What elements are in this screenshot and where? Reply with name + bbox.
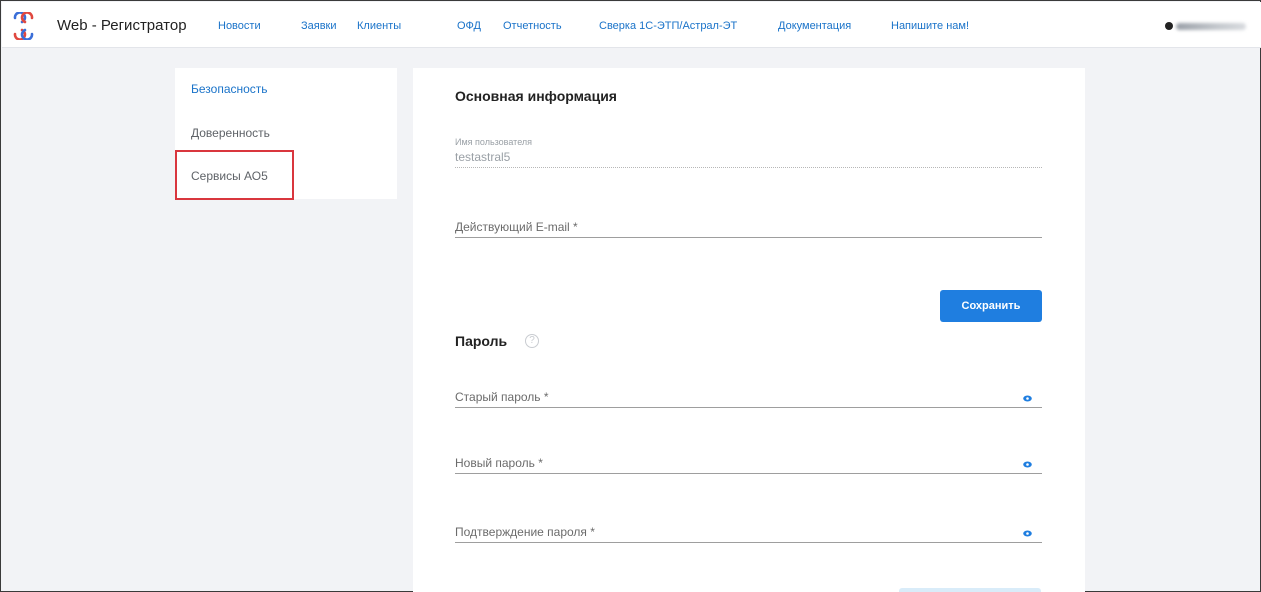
confirm-password-label: Подтверждение пароля * [455, 525, 595, 539]
nav-item-reconciliation[interactable]: Сверка 1С-ЭТП/Астрал-ЭТ [599, 20, 737, 32]
eye-icon[interactable] [1023, 530, 1032, 537]
new-password-label: Новый пароль * [455, 456, 543, 470]
nav-item-reports[interactable]: Отчетность [503, 20, 562, 32]
save-button[interactable]: Сохранить [940, 290, 1042, 322]
new-password-field[interactable]: Новый пароль * [455, 454, 1042, 474]
section-title-password: Пароль [455, 333, 508, 349]
confirm-password-field[interactable]: Подтверждение пароля * [455, 523, 1042, 543]
help-icon[interactable]: ? [525, 334, 539, 348]
brand-title: Web - Регистратор [57, 17, 187, 34]
username-field [455, 148, 1042, 168]
highlight-annotation [175, 150, 294, 200]
sidebar-item-security[interactable]: Безопасность [191, 82, 268, 96]
app-window: Web - Регистратор Новости Заявки Клиенты… [0, 0, 1261, 592]
user-menu[interactable] [1165, 21, 1250, 31]
change-password-button[interactable] [899, 588, 1041, 592]
eye-icon[interactable] [1023, 395, 1032, 402]
old-password-field[interactable]: Старый пароль * [455, 388, 1042, 408]
section-title-basic-info: Основная информация [455, 88, 617, 104]
avatar [1165, 22, 1173, 30]
nav-item-documentation[interactable]: Документация [778, 20, 851, 32]
nav-item-requests[interactable]: Заявки [301, 20, 337, 32]
email-field-label: Действующий E-mail * [455, 220, 578, 234]
top-navbar: Web - Регистратор Новости Заявки Клиенты… [2, 2, 1261, 48]
logo-icon[interactable] [11, 12, 47, 40]
eye-icon[interactable] [1023, 461, 1032, 468]
nav-item-clients[interactable]: Клиенты [357, 20, 401, 32]
profile-form-card: Основная информация Имя пользователя tes… [413, 68, 1085, 592]
old-password-label: Старый пароль * [455, 390, 549, 404]
username-blurred [1176, 22, 1246, 30]
username-label: Имя пользователя [455, 137, 533, 147]
nav-item-contact[interactable]: Напишите нам! [891, 20, 969, 32]
nav-item-ofd[interactable]: ОФД [457, 20, 481, 32]
email-field[interactable]: Действующий E-mail * [455, 218, 1042, 238]
nav-item-news[interactable]: Новости [218, 20, 261, 32]
sidebar-item-power-of-attorney[interactable]: Доверенность [191, 126, 270, 140]
